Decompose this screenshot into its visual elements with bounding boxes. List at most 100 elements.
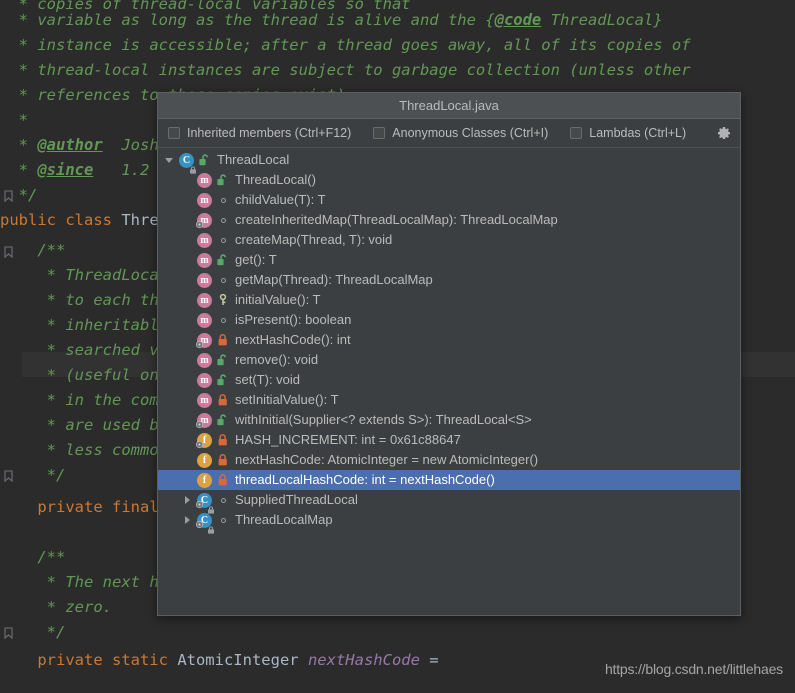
nested-class-lock-icon <box>207 501 215 514</box>
tree-row-label: get(): T <box>235 252 277 267</box>
method-icon: m <box>196 252 214 268</box>
icon-badge: m <box>197 353 212 368</box>
checkbox-box[interactable] <box>168 127 180 139</box>
tree-row[interactable]: f HASH_INCREMENT: int = 0x61c88647 <box>158 430 740 450</box>
tree-row[interactable]: m withInitial(Supplier<? extends S>): Thr… <box>158 410 740 430</box>
icon-badge: m <box>197 313 212 328</box>
tree-row-label: SuppliedThreadLocal <box>235 492 358 507</box>
chevron-down-icon[interactable] <box>160 150 178 170</box>
icon-badge: f <box>197 453 212 468</box>
tree-row[interactable]: m remove(): void <box>158 350 740 370</box>
tree-row[interactable]: C ThreadLocalMap <box>158 510 740 534</box>
popup-toolbar[interactable]: Inherited members (Ctrl+F12) Anonymous C… <box>158 119 740 148</box>
private-lock-icon <box>215 432 231 448</box>
code-line: */ <box>0 620 795 645</box>
code-token: private static <box>37 651 178 669</box>
private-lock-icon <box>215 392 231 408</box>
tree-row[interactable]: C SuppliedThreadLocal <box>158 490 740 514</box>
method-icon: m <box>196 372 214 388</box>
file-structure-popup[interactable]: ThreadLocal.java Inherited members (Ctrl… <box>157 92 741 616</box>
method-icon: m <box>196 292 214 308</box>
field-icon: f <box>195 432 214 449</box>
code-token: AtomicInteger <box>177 651 308 669</box>
tree-row[interactable]: m setInitialValue(): T <box>158 390 740 410</box>
code-token: /** <box>37 241 66 259</box>
package-private-circle-icon <box>215 312 231 328</box>
public-lock-open-icon <box>215 352 231 368</box>
checkbox-label: Anonymous Classes (Ctrl+I) <box>392 126 549 140</box>
code-token: * variable as long as the thread is aliv… <box>9 11 495 29</box>
method-icon: m <box>196 172 214 188</box>
code-token: * instance is accessible; after a thread… <box>9 36 691 54</box>
tree-row[interactable]: m nextHashCode(): int <box>158 330 740 350</box>
override-marker-icon <box>195 420 204 429</box>
private-lock-icon <box>215 332 231 348</box>
tree-row[interactable]: m childValue(T): T <box>158 190 740 210</box>
checkbox-box[interactable] <box>373 127 386 139</box>
code-token: */ <box>46 466 66 484</box>
checkbox-inherited-members[interactable]: Inherited members (Ctrl+F12) <box>168 126 351 140</box>
method-icon: m <box>196 192 214 208</box>
public-lock-open-icon <box>215 252 231 268</box>
chevron-right-icon[interactable] <box>178 510 196 530</box>
tree-row[interactable]: m createInheritedMap(ThreadLocalMap): Thr… <box>158 210 740 230</box>
checkbox-anonymous-classes[interactable]: Anonymous Classes (Ctrl+I) <box>373 126 548 140</box>
icon-badge: f <box>197 473 212 488</box>
code-token: * thread-local instances are subject to … <box>9 61 691 79</box>
override-marker-icon <box>195 500 204 509</box>
method-icon: m <box>195 412 214 429</box>
code-token: * <box>9 136 38 154</box>
code-token: 1.2 <box>93 161 150 179</box>
code-token: */ <box>46 623 66 641</box>
tree-row[interactable]: C ThreadLocal <box>158 150 740 174</box>
tree-row-label: setInitialValue(): T <box>235 392 339 407</box>
code-token: ThreadLocal} <box>541 11 663 29</box>
package-private-circle-icon <box>215 272 231 288</box>
watermark: https://blog.csdn.net/littlehaes <box>604 661 783 677</box>
tree-row[interactable]: m getMap(Thread): ThreadLocalMap <box>158 270 740 290</box>
override-marker-icon <box>195 340 204 349</box>
checkbox-box[interactable] <box>570 127 583 139</box>
tree-row-label: createInheritedMap(ThreadLocalMap): Thre… <box>235 212 558 227</box>
tree-row[interactable]: m set(T): void <box>158 370 740 390</box>
field-icon: f <box>196 452 214 468</box>
gear-icon[interactable] <box>716 125 732 141</box>
package-private-circle-icon <box>215 512 231 528</box>
chevron-right-icon[interactable] <box>178 490 196 510</box>
tree-row-label: threadLocalHashCode: int = nextHashCode(… <box>235 472 495 487</box>
tree-row-label: ThreadLocal <box>217 152 290 167</box>
class-icon: C <box>195 512 214 534</box>
tree-row[interactable]: m initialValue(): T <box>158 290 740 310</box>
public-lock-open-icon <box>197 152 213 168</box>
tree-row-label: withInitial(Supplier<? extends S>): Thre… <box>235 412 532 427</box>
tree-row-label: isPresent(): boolean <box>235 312 352 327</box>
code-token: */ <box>9 186 38 204</box>
popup-title: ThreadLocal.java <box>158 93 740 119</box>
tree-row[interactable]: m ThreadLocal() <box>158 170 740 190</box>
tree-row[interactable]: m get(): T <box>158 250 740 270</box>
code-token: * <box>9 111 29 129</box>
structure-tree[interactable]: C ThreadLocal m ThreadLocal() m childValue(T)… <box>158 148 740 615</box>
tree-row-label: set(T): void <box>235 372 301 387</box>
code-line: * variable as long as the thread is aliv… <box>0 8 795 33</box>
tree-row[interactable]: f nextHashCode: AtomicInteger = new Atomi… <box>158 450 740 470</box>
tree-row[interactable]: f threadLocalHashCode: int = nextHashCode… <box>158 470 740 490</box>
tree-row[interactable]: m createMap(Thread, T): void <box>158 230 740 250</box>
checkbox-label: Lambdas (Ctrl+L) <box>589 126 687 140</box>
code-token: public class <box>0 211 122 229</box>
checkbox-lambdas[interactable]: Lambdas (Ctrl+L) <box>570 126 686 140</box>
code-token: @code <box>494 11 542 29</box>
icon-badge: m <box>197 393 212 408</box>
method-icon: m <box>196 352 214 368</box>
checkbox-label: Inherited members (Ctrl+F12) <box>187 126 352 140</box>
package-private-circle-icon <box>215 192 231 208</box>
tree-row[interactable]: m isPresent(): boolean <box>158 310 740 330</box>
package-private-circle-icon <box>215 232 231 248</box>
